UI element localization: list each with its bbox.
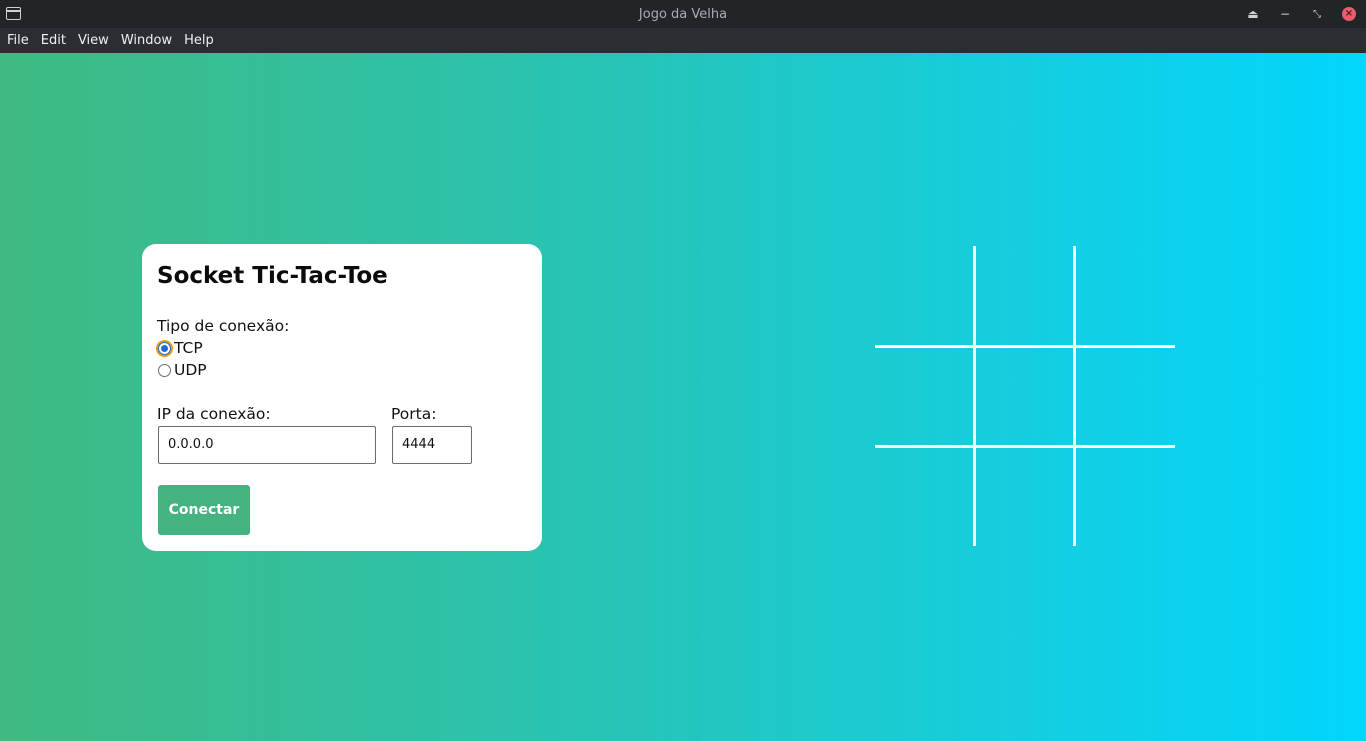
radio-tcp-button[interactable]	[158, 341, 171, 355]
window-controls: ⏏ − ⤡ ×	[1242, 4, 1360, 24]
minimize-icon: −	[1279, 7, 1291, 21]
radio-udp-button[interactable]	[158, 363, 171, 377]
menu-help[interactable]: Help	[178, 28, 220, 53]
menu-edit[interactable]: Edit	[35, 28, 72, 53]
menu-window[interactable]: Window	[115, 28, 178, 53]
port-input[interactable]: 4444	[392, 426, 472, 464]
app-content: Socket Tic-Tac-Toe Tipo de conexão: TCP …	[0, 53, 1366, 741]
port-label: Porta:	[391, 405, 437, 423]
connection-type-label: Tipo de conexão:	[157, 317, 290, 335]
close-icon: ×	[1342, 7, 1356, 21]
radio-udp-label[interactable]: UDP	[174, 361, 207, 379]
keep-above-button[interactable]: ⏏	[1242, 4, 1264, 24]
radio-tcp-label[interactable]: TCP	[174, 339, 203, 357]
window-titlebar: Jogo da Velha ⏏ − ⤡ ×	[0, 0, 1366, 28]
board-line-h1	[875, 345, 1175, 348]
restore-icon: ⤡	[1313, 8, 1321, 20]
window-icon[interactable]	[6, 7, 21, 20]
window-title: Jogo da Velha	[638, 6, 728, 22]
maximize-button[interactable]: ⤡	[1306, 4, 1328, 24]
close-button[interactable]: ×	[1338, 4, 1360, 24]
board-line-v1	[973, 246, 976, 546]
board-line-h2	[875, 445, 1175, 448]
ip-label: IP da conexão:	[157, 405, 271, 423]
board-line-v2	[1073, 246, 1076, 546]
radio-udp[interactable]: UDP	[158, 361, 207, 379]
menu-view[interactable]: View	[72, 28, 115, 53]
eject-icon: ⏏	[1247, 7, 1259, 21]
menu-file[interactable]: File	[1, 28, 35, 53]
menu-bar: File Edit View Window Help	[0, 28, 1366, 53]
tic-tac-toe-board	[875, 246, 1175, 546]
card-title: Socket Tic-Tac-Toe	[157, 263, 388, 289]
ip-input[interactable]: 0.0.0.0	[158, 426, 376, 464]
minimize-button[interactable]: −	[1274, 4, 1296, 24]
connection-card: Socket Tic-Tac-Toe Tipo de conexão: TCP …	[142, 244, 542, 551]
connect-button[interactable]: Conectar	[158, 485, 250, 535]
radio-tcp[interactable]: TCP	[158, 339, 203, 357]
